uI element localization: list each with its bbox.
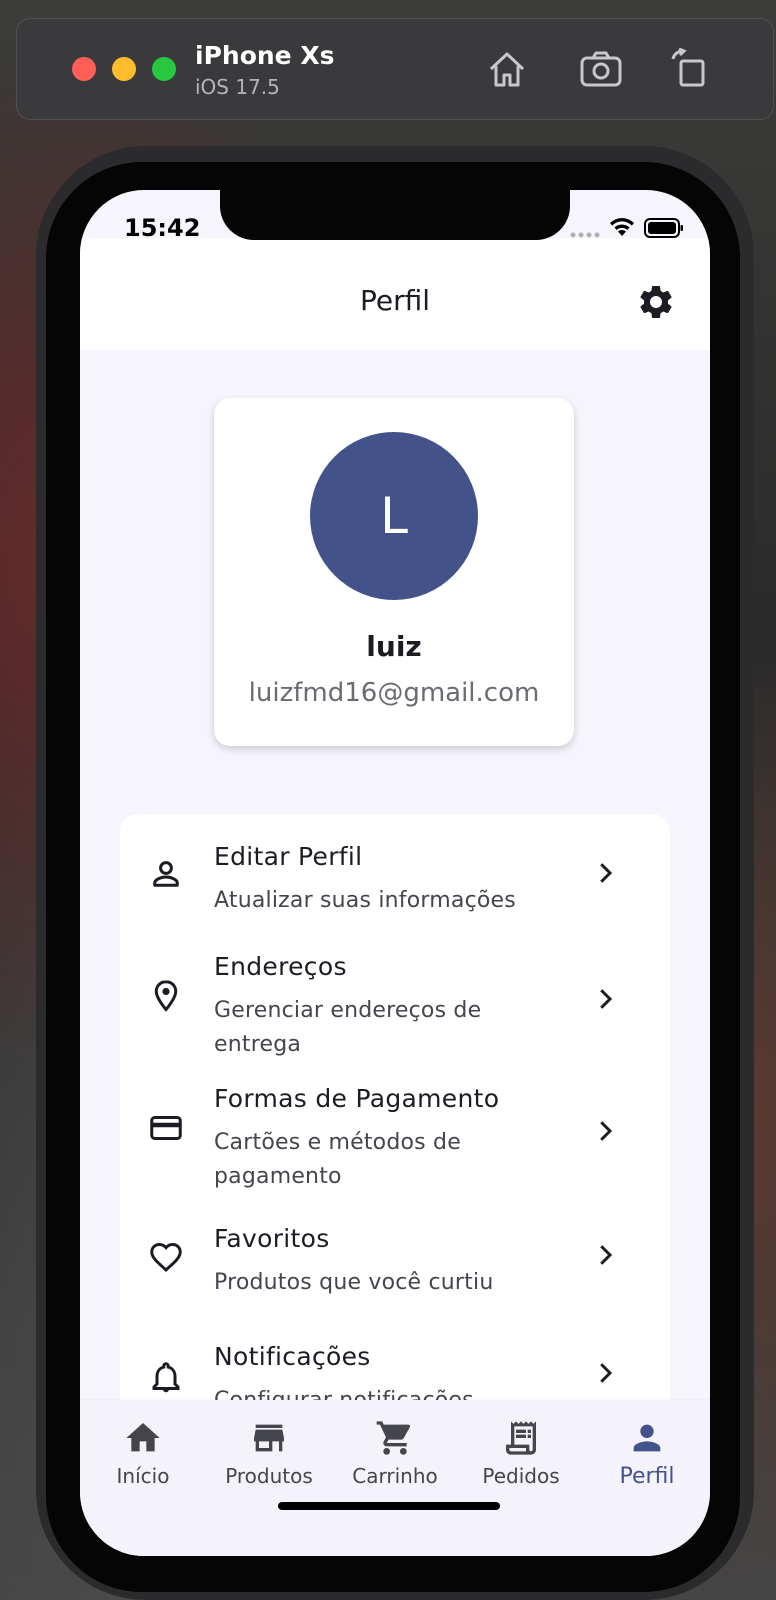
menu-item-title: Favoritos — [214, 1224, 330, 1253]
bell-icon — [152, 1362, 180, 1393]
profile-email: luizfmd16@gmail.com — [248, 678, 540, 708]
menu-item-enderecos[interactable]: Endereços Gerenciar endereços de entrega — [120, 952, 670, 1072]
screenshot-icon[interactable] — [577, 45, 625, 93]
menu-item-subtitle: Produtos que você curtiu — [214, 1270, 494, 1295]
chevron-right-icon — [600, 1245, 613, 1265]
nav-item-inicio[interactable]: Início — [80, 1418, 206, 1488]
battery-icon — [644, 218, 683, 238]
menu-item-title: Formas de Pagamento — [214, 1084, 500, 1113]
settings-gear-icon[interactable] — [636, 282, 676, 322]
menu-item-formas-de-pagamento[interactable]: Formas de Pagamento Cartões e métodos de… — [120, 1084, 670, 1204]
person-icon — [633, 1424, 661, 1452]
chevron-right-icon — [600, 989, 613, 1009]
store-icon — [254, 1424, 284, 1452]
chevron-right-icon — [600, 1363, 613, 1383]
nav-label: Pedidos — [482, 1464, 560, 1488]
close-window-button[interactable] — [72, 57, 96, 81]
person-icon — [153, 861, 179, 887]
minimize-window-button[interactable] — [112, 57, 136, 81]
home-icon — [126, 1423, 160, 1452]
nav-label: Perfil — [619, 1464, 675, 1489]
nav-label: Início — [116, 1464, 170, 1488]
profile-card: L luiz luizfmd16@gmail.com — [214, 398, 574, 746]
menu-item-subtitle: Cartões e métodos de pagamento — [214, 1130, 461, 1189]
app-bar: Perfil — [80, 238, 710, 350]
receipt-icon — [506, 1421, 536, 1455]
home-screen-icon[interactable] — [483, 45, 531, 93]
menu-item-subtitle: Atualizar suas informações — [214, 888, 516, 913]
device-screen: Perfil 15:42 L luiz luizfmd16@gmail.com — [80, 190, 710, 1556]
status-time: 15:42 — [124, 214, 201, 242]
nav-item-carrinho[interactable]: Carrinho — [332, 1418, 458, 1488]
bottom-navigation: Início Produtos Carrinho Pedidos Perfil — [80, 1400, 710, 1556]
credit-card-icon — [150, 1116, 182, 1140]
simulator-toolbar: iPhone Xs iOS 17.5 — [16, 18, 774, 120]
menu-item-title: Endereços — [214, 952, 347, 981]
nav-item-perfil[interactable]: Perfil — [584, 1418, 710, 1489]
nav-label: Carrinho — [352, 1464, 438, 1488]
menu-item-editar-perfil[interactable]: Editar Perfil Atualizar suas informações — [120, 842, 670, 942]
nav-item-produtos[interactable]: Produtos — [206, 1418, 332, 1488]
home-indicator[interactable] — [278, 1502, 500, 1510]
wifi-icon — [610, 218, 634, 236]
os-version: iOS 17.5 — [195, 75, 280, 99]
menu-item-favoritos[interactable]: Favoritos Produtos que você curtiu — [120, 1224, 670, 1324]
menu-item-subtitle: Gerenciar endereços de entrega — [214, 998, 482, 1057]
chevron-right-icon — [600, 863, 613, 883]
page-title: Perfil — [359, 284, 431, 317]
zoom-window-button[interactable] — [152, 57, 176, 81]
signal-icon — [570, 232, 600, 238]
chevron-right-icon — [600, 1121, 613, 1141]
rotate-icon[interactable] — [667, 45, 715, 93]
nav-item-pedidos[interactable]: Pedidos — [458, 1418, 584, 1488]
menu-item-title: Notificações — [214, 1342, 371, 1371]
device-name: iPhone Xs — [195, 41, 335, 70]
nav-label: Produtos — [225, 1464, 313, 1488]
avatar[interactable]: L — [310, 432, 478, 600]
menu-item-title: Editar Perfil — [214, 842, 363, 871]
cart-icon — [376, 1421, 410, 1455]
location-pin-icon — [154, 980, 178, 1012]
profile-name: luiz — [366, 630, 422, 663]
device-notch — [220, 190, 570, 240]
heart-icon — [150, 1242, 182, 1273]
